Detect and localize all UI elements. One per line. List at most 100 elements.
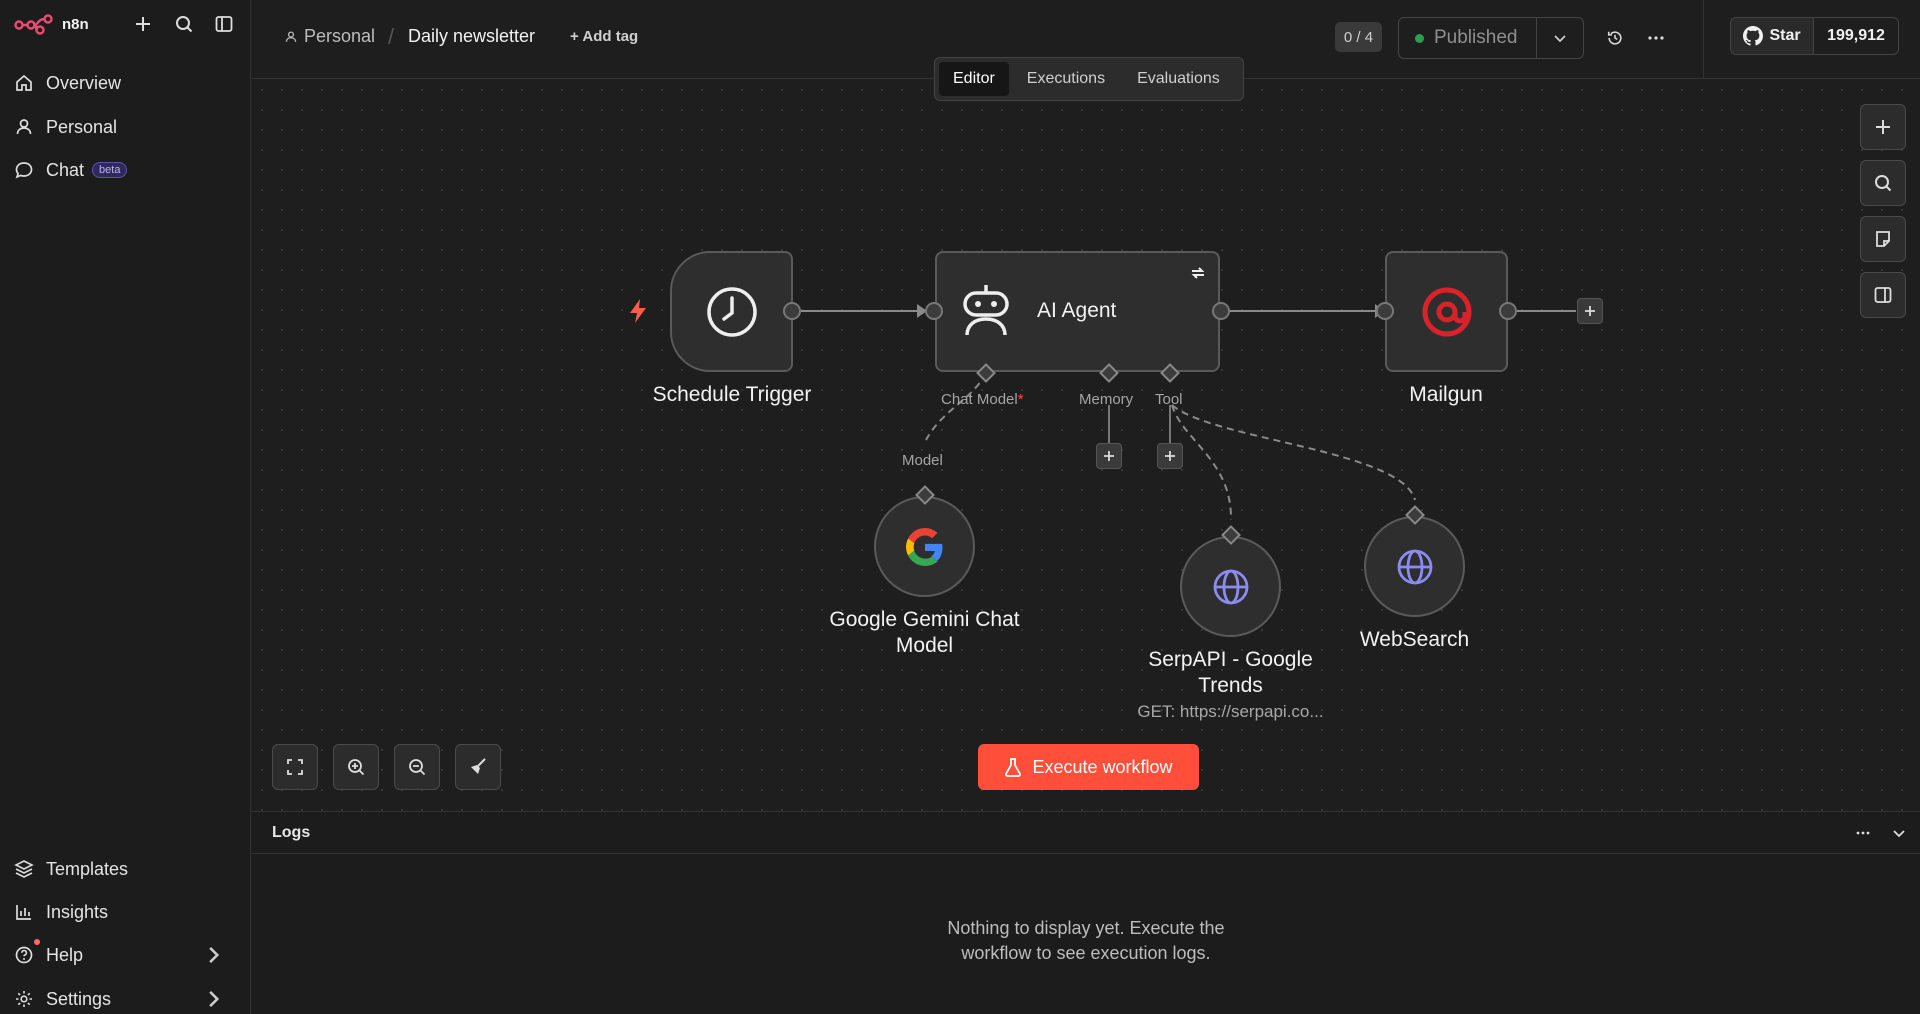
broom-icon (471, 758, 486, 774)
output-handle[interactable] (1499, 302, 1517, 320)
globe-icon (1397, 549, 1433, 585)
plus-icon (1585, 306, 1595, 316)
add-node-side-button[interactable] (1860, 104, 1906, 150)
github-star-widget[interactable]: Star 199,912 (1730, 17, 1899, 55)
edge-websearch-to-agent (1171, 404, 1416, 501)
zoom-out-button[interactable] (394, 744, 440, 790)
breadcrumb-project[interactable]: Personal (284, 26, 375, 47)
output-handle[interactable] (1212, 302, 1230, 320)
logs-more-icon[interactable] (1852, 822, 1874, 844)
tab-executions[interactable]: Executions (1013, 62, 1119, 96)
sidebar-item-chat[interactable]: Chat beta (14, 156, 128, 184)
sidebar-item-label: Overview (46, 72, 122, 93)
publish-dropdown-button[interactable] (1537, 18, 1583, 58)
sidebar-item-insights[interactable]: Insights (14, 898, 108, 926)
node-ai-agent[interactable]: AI Agent (935, 251, 1220, 372)
beta-badge: beta (92, 162, 128, 178)
canvas-search-button[interactable] (1860, 160, 1906, 206)
add-node-button[interactable] (1577, 298, 1603, 324)
toggle-panel-button[interactable] (1860, 272, 1906, 318)
node-gemini-chat-model[interactable] (874, 496, 975, 597)
node-label-serpapi: SerpAPI - Google Trends (1115, 647, 1346, 699)
tab-evaluations[interactable]: Evaluations (1123, 62, 1234, 96)
logs-title: Logs (272, 824, 311, 841)
user-icon (16, 119, 32, 135)
panel-right-icon (1874, 287, 1892, 303)
breadcrumb-project-label: Personal (304, 26, 376, 46)
chat-icon (15, 162, 33, 179)
plus-icon (1876, 120, 1890, 134)
published-button[interactable]: Published (1399, 18, 1537, 58)
node-schedule-trigger[interactable] (670, 251, 793, 372)
logs-header[interactable]: Logs (252, 812, 1920, 854)
github-star-label: Star (1769, 27, 1801, 44)
port-label-model: Model (902, 452, 943, 469)
port-label-tool: Tool (1155, 391, 1183, 408)
note-icon (1876, 231, 1890, 247)
insights-icon (16, 905, 31, 920)
port-label-memory: Memory (1079, 391, 1134, 408)
chevron-down-icon[interactable] (1888, 822, 1910, 844)
node-websearch[interactable] (1364, 516, 1465, 617)
search-icon[interactable] (172, 12, 196, 36)
google-icon (906, 528, 943, 566)
toggle-sidebar-icon[interactable] (212, 12, 236, 36)
more-options-icon[interactable] (1644, 26, 1668, 50)
zoom-in-icon (348, 759, 365, 776)
add-memory-button[interactable] (1096, 443, 1122, 469)
zoom-in-button[interactable] (333, 744, 379, 790)
notification-dot (34, 939, 40, 945)
node-label-mailgun: Mailgun (1409, 383, 1483, 406)
sidebar-item-personal[interactable]: Personal (14, 113, 117, 141)
sticky-note-button[interactable] (1860, 216, 1906, 262)
node-label-websearch: WebSearch (1359, 628, 1470, 651)
logs-empty-line: Nothing to display yet. Execute the (947, 918, 1225, 938)
brand-logo[interactable]: n8n (14, 12, 89, 36)
node-label-line: Google Gemini Chat (829, 608, 1020, 631)
chevron-right-icon (209, 990, 220, 1008)
sidebar-item-templates[interactable]: Templates (14, 855, 128, 883)
published-status-dot (1415, 33, 1424, 43)
brand-name: n8n (62, 15, 89, 33)
node-label-line: Trends (1198, 674, 1263, 697)
help-icon (15, 946, 33, 964)
history-icon[interactable] (1603, 26, 1627, 50)
published-label: Published (1434, 27, 1518, 48)
header-divider (1703, 0, 1704, 79)
tidy-up-button[interactable] (455, 744, 501, 790)
breadcrumb-separator: / (388, 24, 395, 49)
robot-icon (963, 285, 1009, 336)
github-star-button[interactable]: Star (1731, 18, 1814, 54)
add-tool-button[interactable] (1157, 443, 1183, 469)
execute-workflow-label: Execute workflow (1032, 756, 1173, 777)
execute-workflow-button[interactable]: Execute workflow (978, 744, 1199, 790)
retry-icon (1191, 267, 1205, 279)
sidebar-item-label: Settings (46, 988, 112, 1009)
node-label-line: Model (895, 634, 954, 657)
workflow-name[interactable]: Daily newsletter (408, 26, 535, 47)
tab-editor[interactable]: Editor (939, 62, 1009, 96)
sidebar-item-label: Chat (46, 159, 85, 180)
input-handle[interactable] (1376, 302, 1394, 320)
node-label-schedule: Schedule Trigger (652, 383, 812, 406)
logs-panel: Logs Nothing to display yet. Execute the… (252, 811, 1920, 1014)
github-icon (1743, 26, 1764, 46)
plus-icon (1104, 451, 1114, 461)
fit-view-button[interactable] (272, 744, 318, 790)
sidebar-item-settings[interactable]: Settings (14, 985, 237, 1013)
workflow-canvas[interactable]: Schedule Trigger AI Agent Chat Model* Me… (252, 80, 1920, 811)
settings-icon (16, 991, 32, 1007)
node-mailgun[interactable] (1385, 251, 1508, 372)
sidebar-item-help[interactable]: Help (14, 939, 237, 969)
add-icon[interactable] (131, 12, 155, 36)
sidebar-item-overview[interactable]: Overview (14, 69, 121, 97)
clock-icon (707, 287, 757, 337)
globe-icon (1213, 569, 1249, 605)
node-serpapi[interactable] (1180, 536, 1281, 637)
output-handle[interactable] (783, 302, 801, 320)
input-handle[interactable] (925, 302, 943, 320)
sidebar-item-label: Templates (46, 858, 129, 879)
node-label-agent: AI Agent (1037, 299, 1117, 322)
flask-icon (1005, 758, 1022, 777)
add-tag-button[interactable]: + Add tag (570, 28, 638, 45)
